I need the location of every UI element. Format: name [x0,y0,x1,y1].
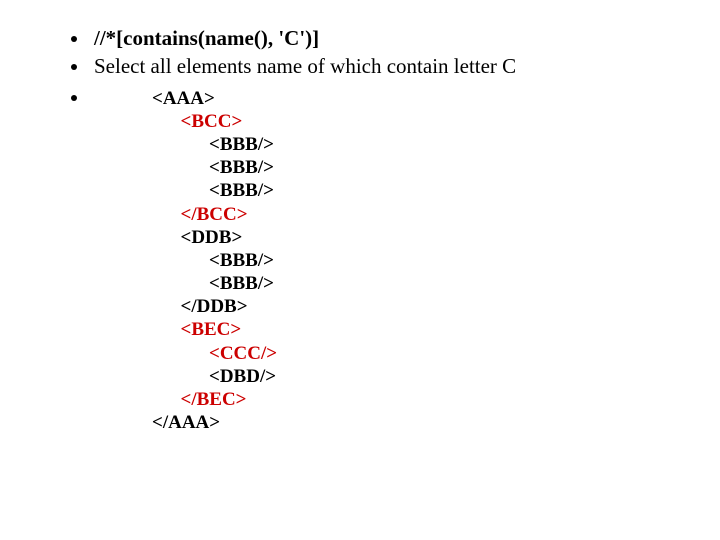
code-line: <BEC> [152,319,241,340]
bullet-xpath: //*[contains(name(), 'C')] [90,24,680,52]
xml-code-block: <AAA> <BCC> <BBB/> <BBB/> <BBB/> </BCC> … [152,87,680,435]
code-line: <AAA> [152,88,215,109]
code-line: <BBB/> [152,134,274,155]
code-line: </DDB> [152,296,248,317]
code-line: <DBD/> [152,366,276,387]
code-line: </AAA> [152,412,220,433]
code-line: <DDB> [152,227,242,248]
bullet-description: Select all elements name of which contai… [90,52,680,80]
code-line: <BBB/> [152,180,274,201]
code-line: <BBB/> [152,273,274,294]
code-line: </BEC> [152,389,247,410]
code-line: </BCC> [152,204,248,225]
xpath-expression: //*[contains(name(), 'C')] [94,26,319,50]
code-line: <BCC> [152,111,242,132]
bullet-code: <AAA> <BCC> <BBB/> <BBB/> <BBB/> </BCC> … [90,83,680,435]
code-line: <CCC/> [152,343,277,364]
bullet-list: //*[contains(name(), 'C')] Select all el… [40,24,680,434]
code-line: <BBB/> [152,250,274,271]
code-line: <BBB/> [152,157,274,178]
